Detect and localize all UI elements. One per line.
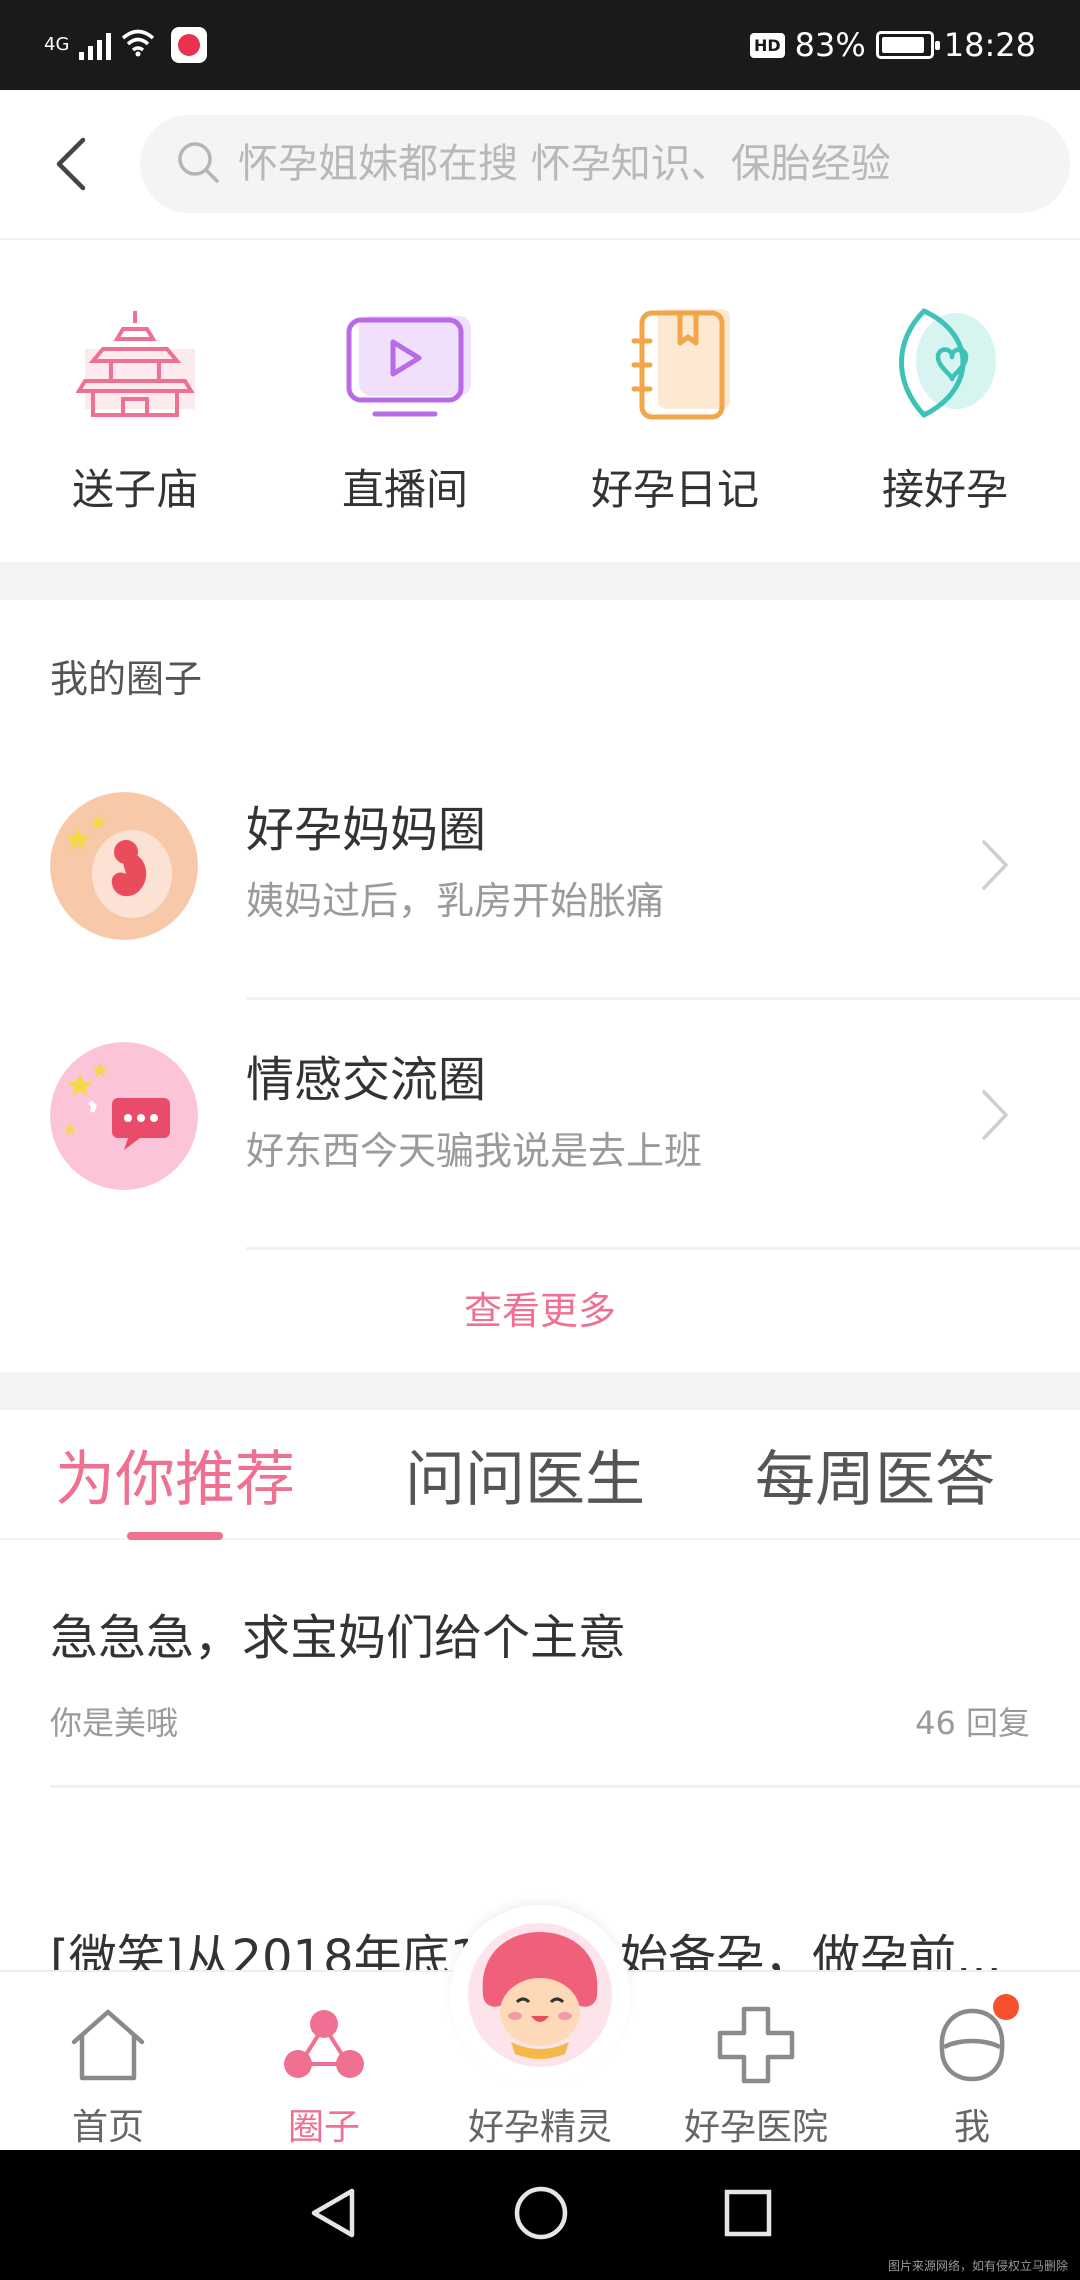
circle-latest-post: 好东西今天骗我说是去上班 (246, 1129, 703, 1173)
search-input[interactable] (238, 141, 958, 187)
quick-entry-label: 送子庙 (71, 465, 198, 514)
profile-icon (927, 1994, 1019, 2090)
system-recents-button[interactable] (722, 2187, 774, 2243)
system-navigation-bar: 图片来源网络，如有侵权立马删除 (0, 2150, 1080, 2280)
chevron-left-icon (56, 137, 86, 191)
quick-entry-live[interactable]: 直播间 (270, 260, 540, 560)
signal-icon (79, 30, 112, 60)
nav-label: 好孕医院 (683, 2107, 828, 2148)
chevron-right-icon (980, 838, 1010, 896)
divider (246, 1247, 1080, 1250)
nav-home[interactable]: 首页 (0, 1972, 216, 2150)
tab-label: 每周医答 (755, 1444, 995, 1515)
divider (50, 1785, 1080, 1788)
quick-entry-label: 接好孕 (881, 465, 1008, 514)
active-tab-indicator (127, 1532, 223, 1540)
section-title-my-circles: 我的圈子 (50, 657, 203, 701)
watermark-text: 图片来源网络，如有侵权立马删除 (887, 2259, 1068, 2273)
circle-item[interactable]: 情感交流圈 好东西今天骗我说是去上班 (0, 1000, 1080, 1250)
post-reply-count: 46 回复 (915, 1704, 1030, 1742)
app-notification-icon (171, 27, 208, 63)
circle-item[interactable]: 好孕妈妈圈 姨妈过后，乳房开始胀痛 (0, 750, 1080, 1000)
nav-hospital[interactable]: 好孕医院 (648, 1972, 864, 2150)
home-icon (63, 2000, 153, 2090)
circle-name: 情感交流圈 (246, 1052, 487, 1108)
pregnancy-icon (870, 300, 1020, 430)
post-author: 你是美哦 (50, 1704, 179, 1742)
live-tv-icon (330, 300, 480, 430)
quick-entry-row: 送子庙 直播间 好孕日记 接好孕 (0, 260, 1080, 560)
diary-icon (600, 300, 750, 430)
network-type: 4G (44, 34, 70, 55)
quick-entry-label: 好孕日记 (590, 465, 759, 514)
quick-entry-temple[interactable]: 送子庙 (0, 260, 270, 560)
chevron-right-icon (980, 1088, 1010, 1146)
quick-entry-pregnancy[interactable]: 接好孕 (810, 260, 1080, 560)
screen: 4G HD 83% 18:28 怀孕姐妹都在搜 怀孕知识、保胎经验 送子庙 直播… (0, 0, 1080, 2280)
system-home-button[interactable] (513, 2185, 569, 2245)
quick-entry-diary[interactable]: 好孕日记 (540, 260, 810, 560)
nav-label: 好孕精灵 (467, 2107, 612, 2148)
status-left: 4G (44, 27, 208, 63)
mascot-button[interactable] (450, 1905, 630, 2085)
post-meta: 你是美哦 46 回复 (50, 1698, 1030, 1744)
tab-weekly-answers[interactable]: 每周医答 (700, 1410, 1050, 1538)
nav-label: 我 (953, 2107, 990, 2148)
status-bar: 4G HD 83% 18:28 (0, 0, 1080, 90)
post-title: 急急急，求宝妈们给个主意 (50, 1610, 627, 1666)
tab-label: 为你推荐 (55, 1444, 295, 1515)
section-gap (0, 562, 1080, 600)
nav-profile[interactable]: 我 (864, 1972, 1080, 2150)
status-right: HD 83% 18:28 (749, 26, 1036, 64)
nav-label: 圈子 (287, 2107, 360, 2148)
quick-entry-label: 直播间 (341, 465, 468, 514)
tab-ask-doctor[interactable]: 问问医生 (350, 1410, 700, 1538)
circle-icon (279, 2000, 369, 2090)
circle-latest-post: 姨妈过后，乳房开始胀痛 (246, 879, 665, 923)
circle-name: 好孕妈妈圈 (246, 802, 487, 858)
feed-tabs: 为你推荐 问问医生 每周医答 (0, 1410, 1080, 1540)
header (0, 90, 1080, 240)
circle-avatar-chat (50, 1042, 198, 1190)
battery-percent: 83% (794, 26, 866, 64)
hospital-cross-icon (711, 2000, 801, 2090)
clock: 18:28 (943, 26, 1036, 64)
hd-badge: HD (749, 32, 785, 58)
circle-avatar-mom (50, 792, 198, 940)
nav-label: 首页 (71, 2107, 144, 2148)
search-bar[interactable] (140, 115, 1070, 213)
temple-icon (60, 300, 210, 430)
tab-label: 问问医生 (405, 1444, 645, 1515)
back-button[interactable] (0, 89, 140, 239)
notification-dot (993, 1994, 1019, 2020)
section-gap (0, 1372, 1080, 1410)
wifi-icon (121, 29, 155, 61)
tab-recommended[interactable]: 为你推荐 (0, 1410, 350, 1540)
system-back-button[interactable] (306, 2185, 360, 2245)
mascot-icon (468, 1923, 612, 2067)
view-more-link[interactable]: 查看更多 (0, 1280, 1080, 1335)
post-item[interactable]: 急急急，求宝妈们给个主意 你是美哦 46 回复 (50, 1598, 1030, 1744)
battery-icon (875, 31, 940, 59)
nav-circle[interactable]: 圈子 (216, 1972, 432, 2150)
search-icon (176, 140, 220, 188)
